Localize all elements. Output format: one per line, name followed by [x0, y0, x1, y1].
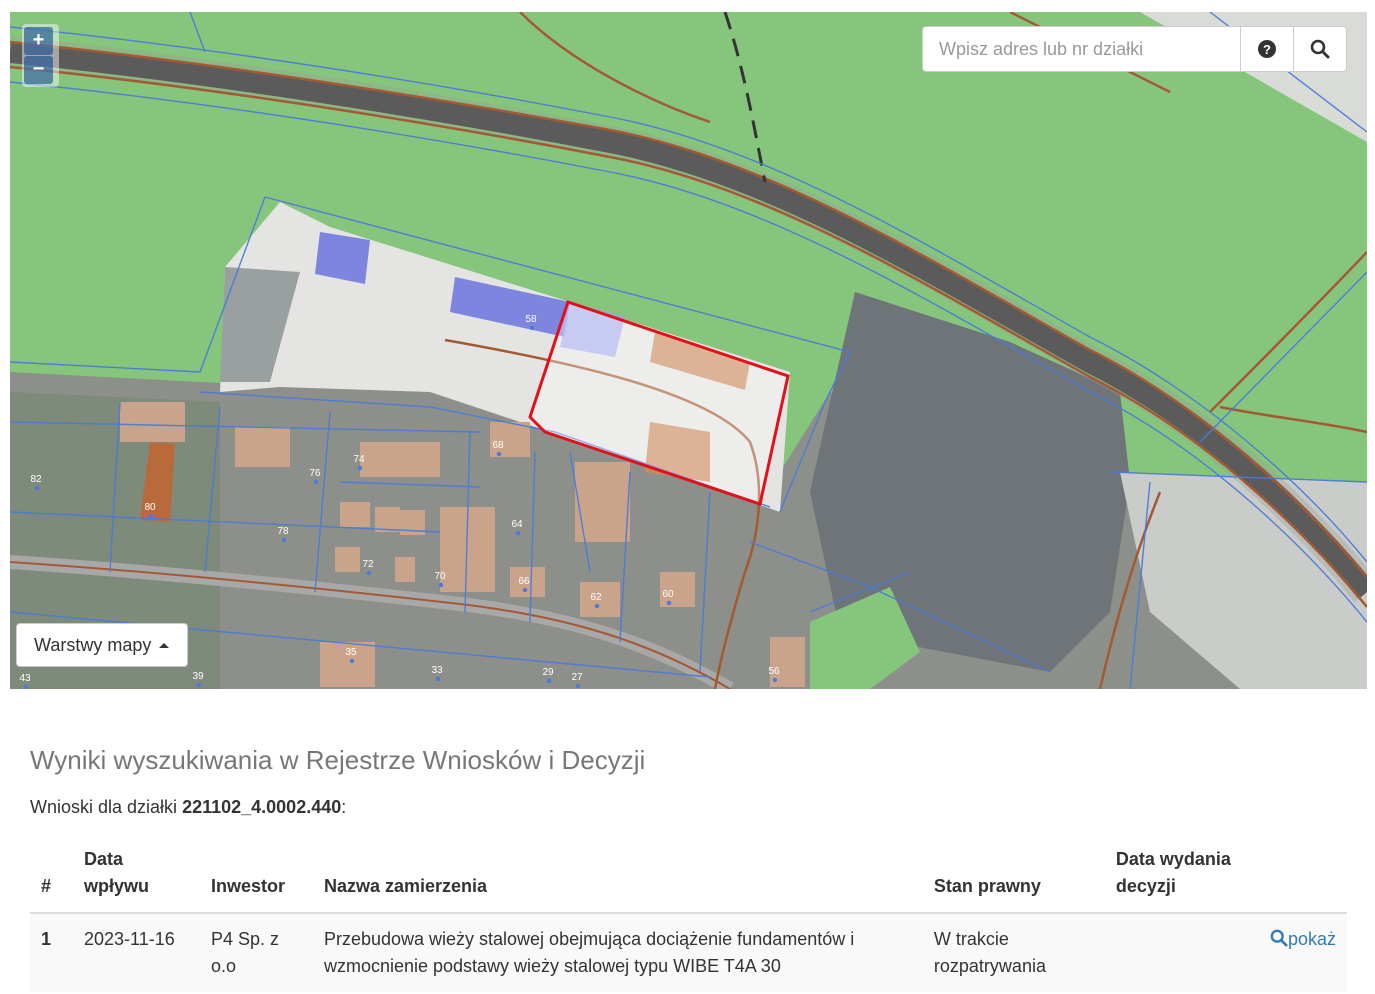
parcel-number-label: 33 — [431, 665, 443, 676]
parcel-point — [496, 451, 502, 457]
cell-num: 1 — [30, 913, 73, 992]
col-status: Stan prawny — [922, 840, 1105, 914]
parcel-number-label: 60 — [662, 589, 674, 600]
parcel-number-label: 64 — [511, 519, 523, 530]
parcel-point — [594, 603, 600, 609]
question-circle-icon: ? — [1258, 40, 1276, 58]
subtitle-prefix: Wnioski dla działki — [30, 797, 183, 817]
parcel-point — [34, 485, 40, 491]
table-row: 1 2023-11-16 P4 Sp. z o.o Przebudowa wie… — [30, 913, 1347, 992]
cell-status: W trakcie rozpatrywania — [922, 913, 1105, 992]
parcel-number-label: 35 — [345, 647, 357, 658]
map-canvas[interactable]: 58 82 80 76 74 68 78 64 72 70 66 62 60 35 33 29 27 56 43 39 — [10, 12, 1367, 689]
parcel-point — [357, 465, 363, 471]
cell-date: 2023-11-16 — [72, 913, 200, 992]
results-title: Wyniki wyszukiwania w Rejestrze Wniosków… — [30, 745, 646, 775]
subtitle-suffix: : — [341, 797, 347, 817]
parcel-point — [546, 678, 552, 684]
parcel-point — [438, 582, 444, 588]
parcel-point — [575, 683, 581, 689]
parcel-number-label: 39 — [192, 671, 204, 682]
table-header-row: # Data wpływu Inwestor Nazwa zamierzenia… — [30, 840, 1347, 914]
map-view[interactable]: 58 82 80 76 74 68 78 64 72 70 66 62 60 35 33 29 27 56 43 39… — [10, 12, 1367, 689]
layers-button-label: Warstwy mapy — [34, 634, 152, 655]
show-link[interactable]: pokaż — [1270, 929, 1336, 949]
magnifier-icon — [1310, 39, 1330, 59]
parcel-number-label: 78 — [277, 526, 289, 537]
layers-button[interactable]: Warstwy mapy — [16, 623, 188, 667]
cell-name: Przebudowa wieży stalowej obejmująca doc… — [312, 913, 923, 992]
parcel-number-label: 66 — [518, 576, 530, 587]
help-button[interactable]: ? — [1240, 27, 1293, 71]
parcel-point — [349, 658, 355, 664]
zoom-out-button[interactable]: − — [24, 56, 53, 84]
parcel-number-label: 74 — [353, 454, 365, 465]
parcel-number-label: 76 — [309, 468, 321, 479]
cell-decision-date — [1104, 913, 1259, 992]
cell-investor: P4 Sp. z o.o — [199, 913, 313, 992]
parcel-number-label: 82 — [30, 474, 42, 485]
parcel-number-label: 58 — [525, 314, 537, 325]
search-button[interactable] — [1293, 27, 1346, 71]
parcel-number-label: 68 — [492, 440, 504, 451]
parcel-id: 221102_4.0002.440 — [182, 797, 342, 817]
parcel-number-label: 56 — [768, 666, 780, 677]
parcel-point — [666, 600, 672, 606]
results-table: # Data wpływu Inwestor Nazwa zamierzenia… — [30, 840, 1347, 992]
col-num: # — [30, 840, 73, 914]
parcel-number-label: 27 — [571, 672, 583, 683]
col-date: Data wpływu — [72, 840, 200, 914]
parcel-point — [281, 537, 287, 543]
parcel-point — [515, 530, 521, 536]
parcel-number-label: 72 — [362, 559, 374, 570]
show-link-label: pokaż — [1287, 929, 1336, 949]
svg-text:?: ? — [1263, 42, 1271, 57]
parcel-number-label: 62 — [590, 592, 602, 603]
zoom-in-button[interactable]: + — [24, 27, 53, 55]
parcel-number-label: 29 — [542, 667, 554, 678]
results-subtitle: Wnioski dla działki 221102_4.0002.440: — [30, 797, 346, 818]
search-bar: ? — [922, 26, 1347, 72]
parcel-point — [772, 677, 778, 683]
parcel-point — [313, 479, 319, 485]
col-investor: Inwestor — [199, 840, 313, 914]
parcel-number-label: 43 — [19, 673, 31, 684]
parcel-point — [366, 570, 372, 576]
caret-up-icon — [159, 642, 170, 648]
parcel-number-label: 70 — [434, 571, 446, 582]
parcel-point — [522, 587, 528, 593]
col-decision-date: Data wydania decyzji — [1104, 840, 1259, 914]
col-name: Nazwa zamierzenia — [312, 840, 923, 914]
col-action — [1258, 840, 1347, 914]
parcel-point — [148, 513, 154, 519]
search-input[interactable] — [923, 27, 1240, 71]
parcel-point — [23, 684, 29, 689]
parcel-point — [435, 676, 441, 682]
zoom-control: + − — [22, 24, 59, 87]
magnifier-icon — [1270, 929, 1288, 947]
parcel-point — [529, 325, 535, 331]
parcel-number-label: 80 — [144, 502, 156, 513]
parcel-point — [196, 682, 202, 688]
